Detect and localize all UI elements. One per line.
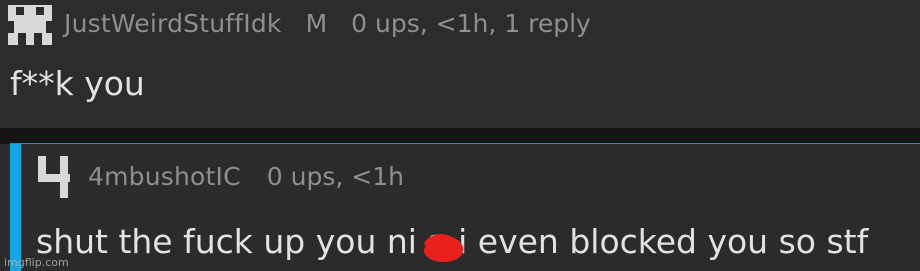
- thread-divider: [0, 128, 920, 144]
- red-scribble-redaction: [420, 230, 468, 266]
- comment: JustWeirdStuffIdk M 0 ups, <1h, 1 reply …: [0, 0, 920, 128]
- reply-username-link[interactable]: 4mbushotIC: [88, 162, 241, 191]
- comment-header: JustWeirdStuffIdk M 0 ups, <1h, 1 reply: [0, 0, 591, 46]
- watermark: imgflip.com: [4, 256, 69, 269]
- comment-thread: JustWeirdStuffIdk M 0 ups, <1h, 1 reply …: [0, 0, 920, 271]
- gender-badge: M: [305, 8, 328, 38]
- reply-stats: 0 ups, <1h: [266, 161, 404, 191]
- comment-stats: 0 ups, <1h, 1 reply: [351, 8, 591, 38]
- reply-indent-bar: [10, 144, 21, 271]
- comment-text: f**k you: [10, 64, 145, 103]
- username-link[interactable]: JustWeirdStuffIdk: [64, 9, 282, 38]
- pixel-avatar-icon[interactable]: [6, 1, 56, 45]
- pixel-avatar-icon[interactable]: [36, 152, 72, 200]
- reply-header: 4mbushotIC 0 ups, <1h: [36, 148, 404, 204]
- reply-comment: 4mbushotIC 0 ups, <1h shut the fuck up y…: [0, 144, 920, 271]
